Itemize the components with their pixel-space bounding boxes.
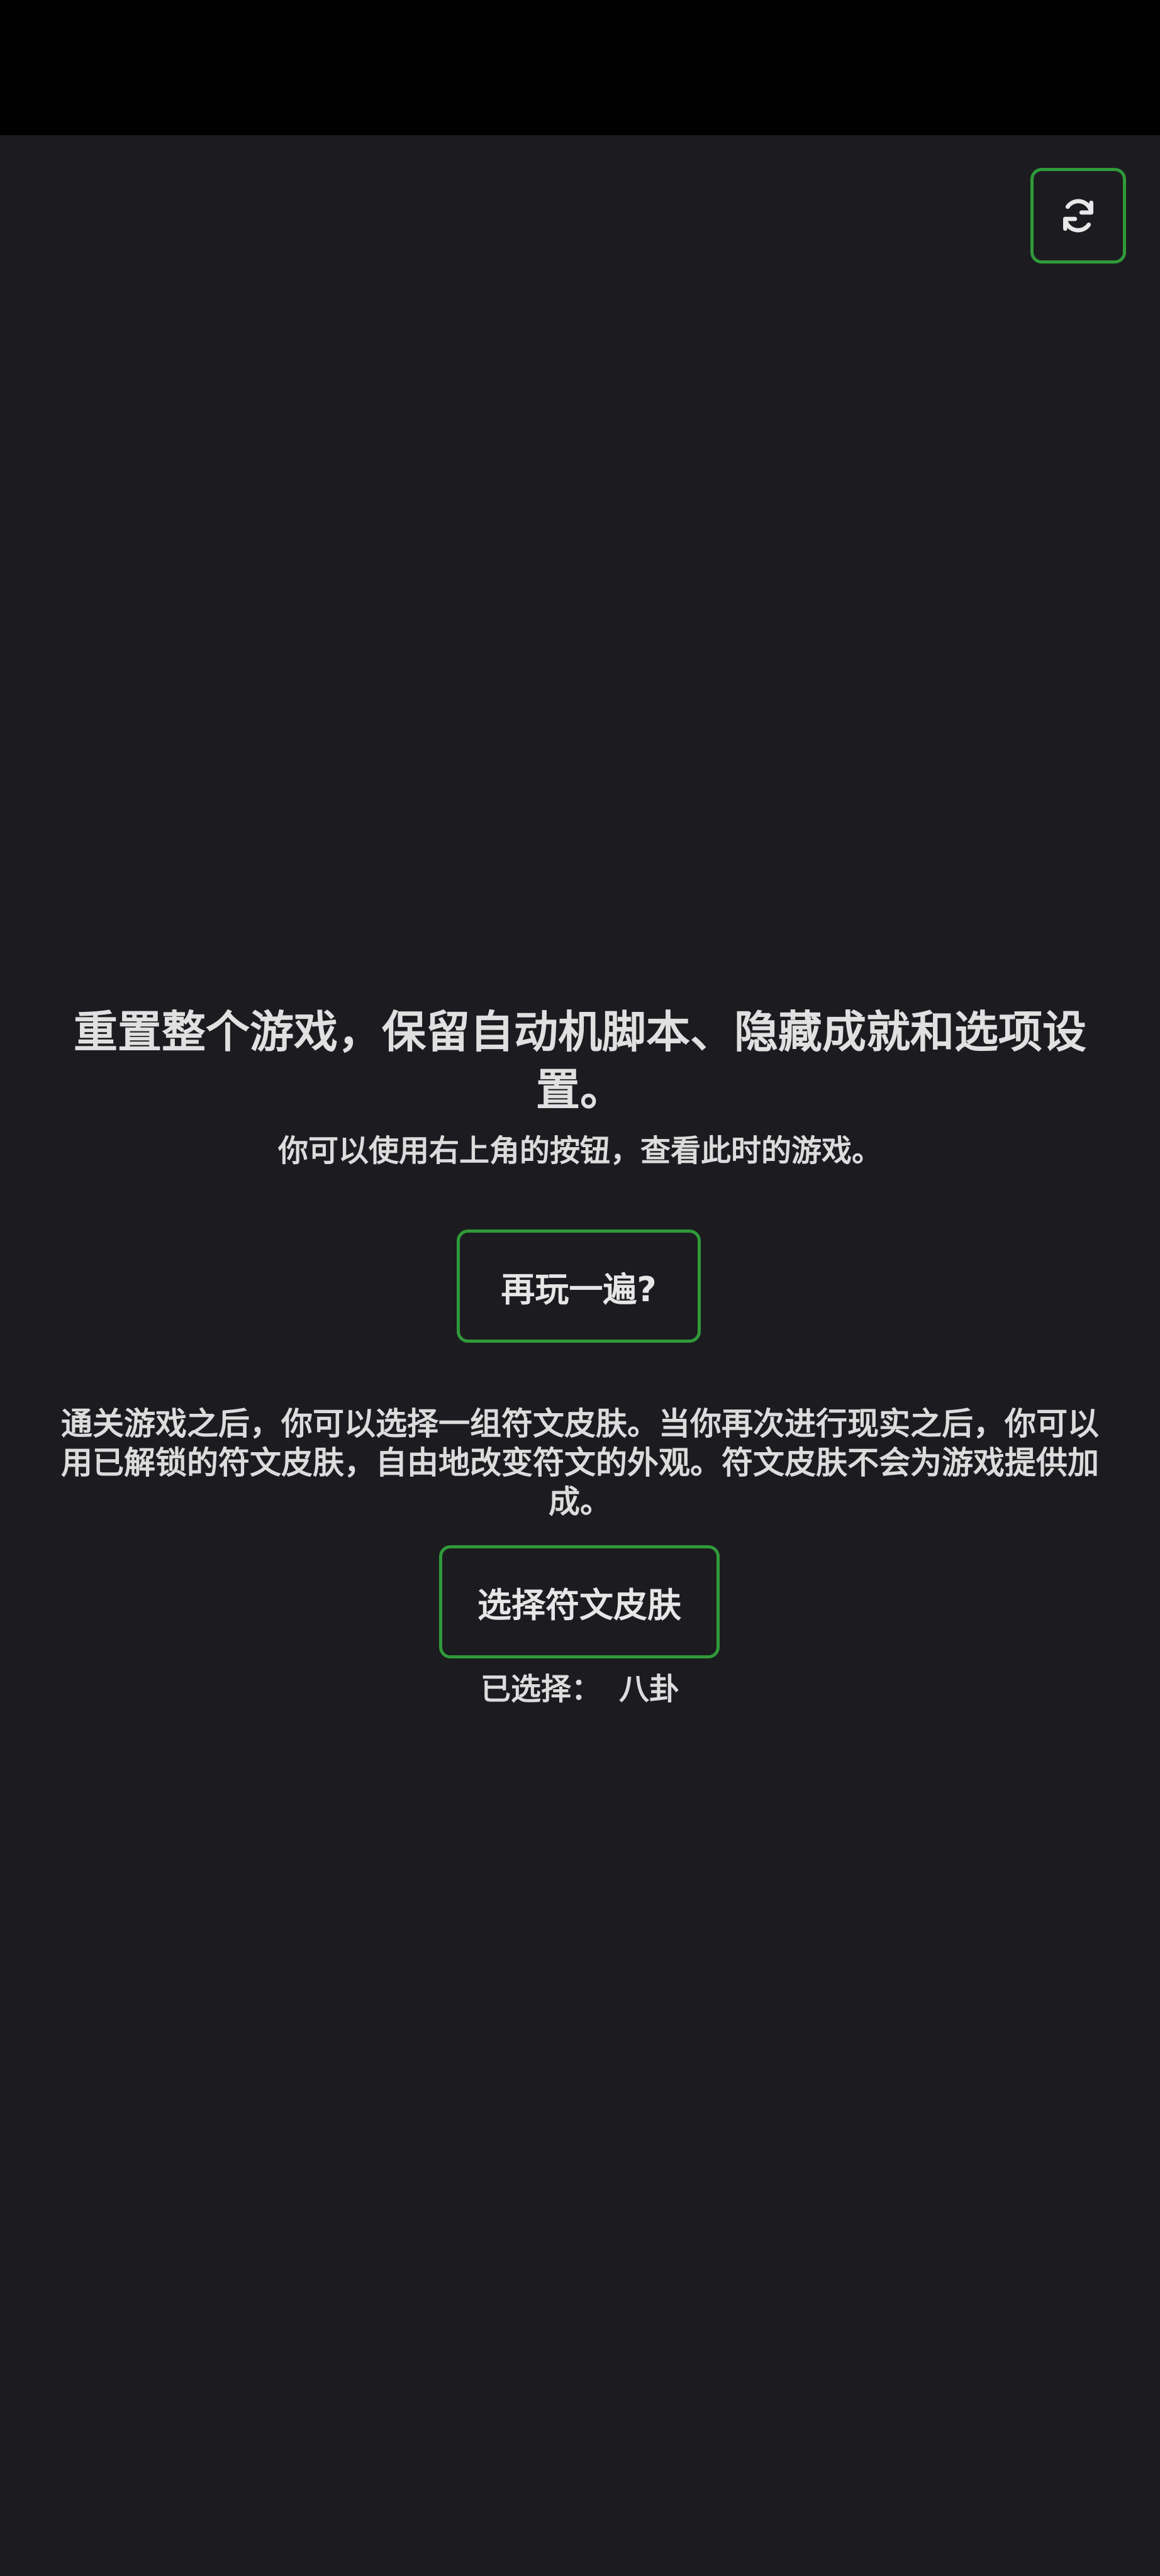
refresh-icon xyxy=(1062,199,1094,233)
page-subtitle: 你可以使用右上角的按钮，查看此时的游戏。 xyxy=(277,1133,882,1169)
choose-rune-skin-button[interactable]: 选择符文皮肤 xyxy=(439,1545,720,1658)
play-again-button[interactable]: 再玩一遍? xyxy=(457,1230,701,1343)
refresh-button[interactable] xyxy=(1030,168,1126,264)
page-title: 重置整个游戏，保留自动机脚本、隐藏成就和选项设置。 xyxy=(74,1006,1086,1116)
selected-skin-label: 已选择： xyxy=(480,1672,601,1707)
status-bar xyxy=(0,0,1160,135)
selected-skin: 已选择： 八卦 xyxy=(57,1670,1103,1709)
rune-skin-description: 通关游戏之后，你可以选择一组符文皮肤。当你再次进行现实之后，你可以用已解锁的符文… xyxy=(61,1406,1099,1520)
selected-skin-value: 八卦 xyxy=(619,1672,680,1707)
app-screen: 重置整个游戏，保留自动机脚本、隐藏成就和选项设置。 你可以使用右上角的按钮，查看… xyxy=(0,135,1160,2576)
